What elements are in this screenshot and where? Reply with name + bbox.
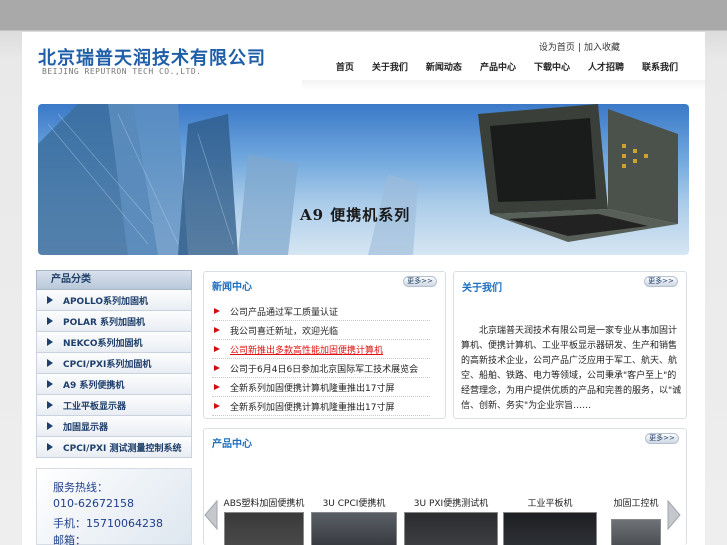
hero-banner[interactable]: A9 便携机系列 — [38, 104, 689, 255]
sidebar-item-label: POLAR 系列加固机 — [63, 317, 146, 328]
news-item-text: 全新系列加固便携计算机隆重推出17寸屏 — [230, 402, 395, 413]
sidebar-item-rugged-display[interactable]: 加固显示器 — [36, 416, 192, 437]
nav-contact[interactable]: 联系我们 — [633, 60, 687, 76]
product-image — [404, 512, 498, 545]
sidebar-item-polar[interactable]: POLAR 系列加固机 — [36, 311, 192, 332]
news-item-text: 我公司喜迁新址，欢迎光临 — [230, 326, 339, 337]
news-item[interactable]: 公司产品通过军工质量认证 — [212, 302, 430, 321]
product-card[interactable]: 工业平板机 — [502, 496, 598, 545]
product-image — [311, 512, 397, 545]
about-us-panel: 关于我们 更多>> 北京瑞普天润技术有限公司是一家专业从事加固计算机、便携计算机… — [453, 271, 687, 419]
carousel-next-icon[interactable] — [666, 500, 682, 530]
products-title: 产品中心 — [212, 439, 252, 450]
news-more-button[interactable]: 更多>> — [403, 276, 437, 287]
product-card[interactable]: 3U PXI便携测试机 — [402, 496, 500, 545]
service-hotline-panel: 服务热线： 010-62672158 手机：15710064238 邮箱： — [36, 468, 192, 545]
sidebar-item-nekco[interactable]: NEKCO系列加固机 — [36, 332, 192, 353]
news-title: 新闻中心 — [212, 282, 252, 293]
news-item-text: 全新系列加固便携计算机隆重推出17寸屏 — [230, 383, 395, 394]
news-item-text: 公司新推出多款高性能加固便携计算机 — [230, 345, 384, 356]
set-homepage-link[interactable]: 设为首页 — [539, 43, 575, 53]
nav-about[interactable]: 关于我们 — [363, 60, 417, 76]
add-favorite-link[interactable]: 加入收藏 — [584, 43, 620, 53]
bullet-arrow-icon — [214, 346, 220, 352]
product-name: 加固工控机 — [613, 499, 659, 509]
news-item[interactable]: 我公司喜迁新址，欢迎光临 — [212, 321, 430, 340]
sidebar-item-test-system[interactable]: CPCI/PXI 测试测量控制系统 — [36, 437, 192, 458]
news-item-highlighted[interactable]: 公司新推出多款高性能加固便携计算机 — [212, 340, 430, 359]
product-name: 3U PXI便携测试机 — [413, 499, 489, 509]
hotline-email-label: 邮箱： — [53, 534, 86, 545]
arrow-right-icon — [47, 338, 53, 346]
news-list: 公司产品通过军工质量认证 我公司喜迁新址，欢迎光临 公司新推出多款高性能加固便携… — [212, 302, 430, 416]
nav-underline — [302, 80, 705, 90]
company-name-en: BEIJING REPUTRON TECH CO.,LTD. — [42, 67, 202, 76]
hotline-mobile: 手机：15710064238 — [53, 517, 163, 530]
carousel-prev-icon[interactable] — [203, 500, 219, 530]
sidebar-item-label: APOLLO系列加固机 — [63, 296, 149, 307]
product-card[interactable]: ABS塑料加固便携机 — [222, 496, 306, 545]
products-more-button[interactable]: 更多>> — [645, 433, 679, 444]
sidebar-item-label: 加固显示器 — [63, 422, 109, 433]
sidebar-item-label: CPCI/PXI系列加固机 — [63, 359, 152, 370]
hotline-label: 服务热线： — [53, 481, 108, 494]
banner-graphic — [38, 104, 678, 255]
news-item[interactable]: 全新系列加固便携计算机隆重推出17寸屏 — [212, 378, 430, 397]
news-item-text: 公司产品通过军工质量认证 — [230, 307, 339, 318]
arrow-right-icon — [47, 359, 53, 367]
nav-news[interactable]: 新闻动态 — [417, 60, 471, 76]
sidebar-item-cpci-pxi[interactable]: CPCI/PXI系列加固机 — [36, 353, 192, 374]
bullet-arrow-icon — [214, 365, 220, 371]
bullet-arrow-icon — [214, 384, 220, 390]
about-title: 关于我们 — [462, 283, 502, 294]
news-item[interactable]: 全新系列加固便携计算机隆重推出17寸屏 — [212, 397, 430, 416]
product-image — [611, 519, 661, 545]
sidebar-item-industrial-display[interactable]: 工业平板显示器 — [36, 395, 192, 416]
arrow-right-icon — [47, 380, 53, 388]
product-name: ABS塑料加固便携机 — [223, 499, 305, 509]
sidebar-item-a9[interactable]: A9 系列便携机 — [36, 374, 192, 395]
news-item[interactable]: 公司于6月4日6日参加北京国际军工技术展览会 — [212, 359, 430, 378]
nav-downloads[interactable]: 下载中心 — [525, 60, 579, 76]
arrow-right-icon — [47, 317, 53, 325]
banner-caption: A9 便携机系列 — [300, 206, 411, 224]
bullet-arrow-icon — [214, 308, 220, 314]
about-description: 北京瑞普天润技术有限公司是一家专业从事加固计算机、便携计算机、工业平板显示器研发… — [461, 326, 682, 411]
sidebar-item-label: NEKCO系列加固机 — [63, 338, 143, 349]
arrow-right-icon — [47, 443, 53, 451]
product-name: 3U CPCI便携机 — [322, 499, 386, 509]
sidebar-title: 产品分类 — [36, 270, 192, 290]
arrow-right-icon — [47, 401, 53, 409]
nav-products[interactable]: 产品中心 — [471, 60, 525, 76]
bullet-arrow-icon — [214, 327, 220, 333]
bullet-arrow-icon — [214, 403, 220, 409]
product-card[interactable]: 3U CPCI便携机 — [310, 496, 398, 545]
sidebar-item-label: 工业平板显示器 — [63, 401, 127, 412]
arrow-right-icon — [47, 422, 53, 430]
sidebar-item-apollo[interactable]: APOLLO系列加固机 — [36, 290, 192, 311]
product-image — [503, 512, 597, 545]
divider: | — [577, 43, 581, 53]
nav-careers[interactable]: 人才招聘 — [579, 60, 633, 76]
sidebar-item-label: CPCI/PXI 测试测量控制系统 — [63, 443, 182, 454]
hotline-phone: 010-62672158 — [53, 497, 134, 510]
product-category-sidebar: 产品分类 APOLLO系列加固机 POLAR 系列加固机 NEKCO系列加固机 … — [36, 270, 192, 458]
sidebar-item-label: A9 系列便携机 — [63, 380, 125, 391]
top-links: 设为首页 | 加入收藏 — [539, 40, 620, 53]
news-item-text: 公司于6月4日6日参加北京国际军工技术展览会 — [230, 364, 419, 375]
product-card[interactable]: 加固工控机 — [608, 496, 664, 545]
about-more-button[interactable]: 更多>> — [644, 276, 678, 287]
product-image — [224, 512, 304, 545]
product-name: 工业平板机 — [527, 499, 573, 509]
arrow-right-icon — [47, 296, 53, 304]
page-container: 北京瑞普天润技术有限公司 BEIJING REPUTRON TECH CO.,L… — [22, 32, 705, 545]
main-nav: 首页 关于我们 新闻动态 产品中心 下载中心 人才招聘 联系我们 — [327, 60, 687, 76]
nav-home[interactable]: 首页 — [327, 60, 363, 76]
news-center-panel: 新闻中心 更多>> 公司产品通过军工质量认证 我公司喜迁新址，欢迎光临 公司新推… — [203, 271, 446, 419]
